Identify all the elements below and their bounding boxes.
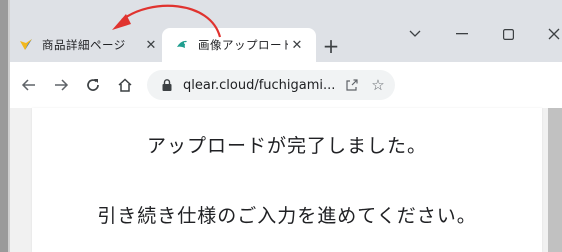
- minimize-icon[interactable]: [442, 20, 482, 48]
- continue-instruction-message: 引き続き仕様のご入力を進めてください。: [97, 205, 477, 227]
- reload-icon[interactable]: [80, 72, 106, 98]
- tab-strip: 商品詳細ページ ✕ 画像アップロード ✕ +: [10, 0, 562, 62]
- yellow-check-icon: [18, 37, 34, 53]
- new-tab-button[interactable]: +: [320, 36, 342, 58]
- back-arrow-icon[interactable]: [16, 72, 42, 98]
- tab-product-detail[interactable]: 商品詳細ページ ✕: [10, 28, 170, 62]
- upload-complete-message: アップロードが完了しました。: [146, 135, 427, 157]
- forward-arrow-icon[interactable]: [48, 72, 74, 98]
- chevron-down-icon[interactable]: [395, 20, 435, 48]
- share-icon[interactable]: [341, 78, 363, 92]
- tab-title: 商品詳細ページ: [42, 38, 126, 52]
- maximize-icon[interactable]: [488, 20, 528, 48]
- bookmark-star-icon[interactable]: ☆: [367, 76, 389, 94]
- close-tab-icon[interactable]: ✕: [142, 36, 160, 54]
- address-bar[interactable]: qlear.cloud/fuchigami... ☆: [147, 70, 395, 100]
- scrollbar[interactable]: [548, 108, 562, 252]
- lock-icon[interactable]: [159, 77, 175, 93]
- page-content: アップロードが完了しました。 引き続き仕様のご入力を進めてください。: [32, 108, 542, 252]
- close-icon[interactable]: [534, 20, 562, 48]
- tab-image-upload[interactable]: 画像アップロード ✕: [162, 28, 316, 62]
- home-icon[interactable]: [112, 72, 138, 98]
- page-viewport: アップロードが完了しました。 引き続き仕様のご入力を進めてください。: [10, 108, 562, 252]
- window-border: [0, 0, 8, 252]
- teal-bird-icon: [174, 37, 190, 53]
- browser-toolbar: qlear.cloud/fuchigami... ☆: [10, 62, 562, 108]
- close-tab-icon[interactable]: ✕: [288, 36, 306, 54]
- browser-window: 商品詳細ページ ✕ 画像アップロード ✕ + qlear.cloud/fuchi…: [0, 0, 562, 252]
- tab-title: 画像アップロード: [198, 38, 288, 52]
- url-text[interactable]: qlear.cloud/fuchigami...: [183, 78, 341, 93]
